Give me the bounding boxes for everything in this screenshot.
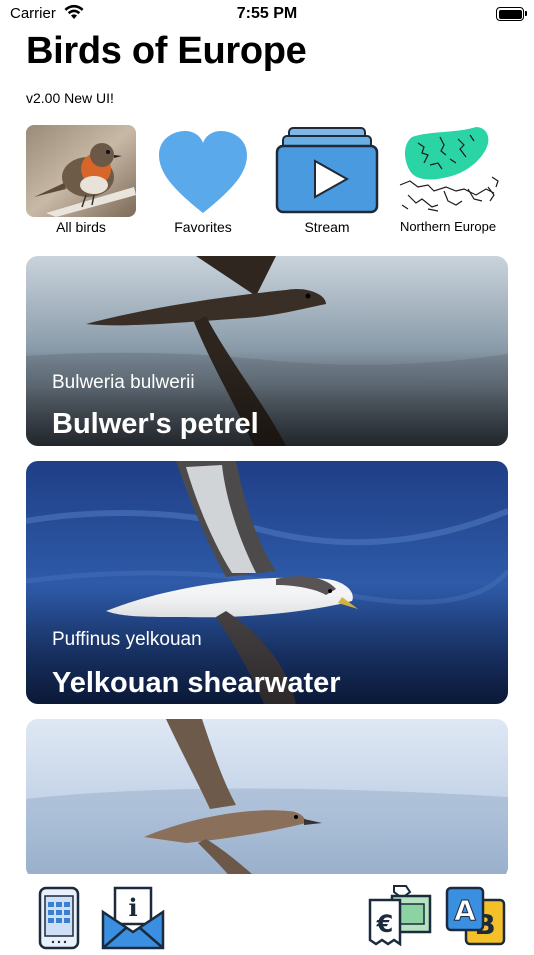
bird-photo (26, 719, 508, 879)
currency-exchange-icon[interactable]: € (366, 882, 434, 953)
common-name: Yelkouan shearwater (52, 667, 341, 699)
play-stack-icon (275, 127, 379, 214)
shortcut-stream[interactable]: Stream (267, 125, 387, 235)
version-note: v2.00 New UI! (26, 90, 114, 106)
shortcut-all-birds[interactable]: All birds (26, 125, 136, 235)
svg-text:A: A (454, 894, 476, 927)
robin-photo (26, 125, 136, 217)
bird-card[interactable]: Bulweria bulwerii Bulwer's petrel (26, 256, 508, 446)
common-name: Bulwer's petrel (52, 408, 259, 440)
svg-text:€: € (376, 910, 394, 938)
svg-text:i: i (128, 893, 137, 922)
bottom-toolbar: i € B A (0, 874, 534, 950)
mail-info-icon[interactable]: i (100, 884, 166, 955)
heart-icon (159, 131, 247, 213)
shortcut-label: All birds (56, 219, 106, 235)
bird-card[interactable]: Puffinus yelkouan Yelkouan shearwater (26, 461, 508, 704)
phone-keypad-icon[interactable] (38, 886, 80, 955)
status-bar: Carrier 7:55 PM (0, 0, 534, 28)
scientific-name: Puffinus yelkouan (52, 629, 202, 650)
scientific-name: Bulweria bulwerii (52, 372, 195, 393)
translate-icon[interactable]: B A (444, 884, 508, 953)
bird-card[interactable] (26, 719, 508, 879)
europe-map-icon (399, 127, 499, 212)
shortcut-label: Northern Europe (399, 219, 497, 234)
shortcut-label: Stream (304, 219, 350, 235)
battery-icon (496, 7, 527, 21)
clock: 7:55 PM (236, 5, 298, 22)
shortcut-label: Favorites (174, 219, 232, 235)
shortcut-northern-europe[interactable]: Northern Europe (388, 125, 508, 234)
page-title: Birds of Europe (26, 30, 307, 72)
shortcut-favorites[interactable]: Favorites (143, 125, 263, 235)
